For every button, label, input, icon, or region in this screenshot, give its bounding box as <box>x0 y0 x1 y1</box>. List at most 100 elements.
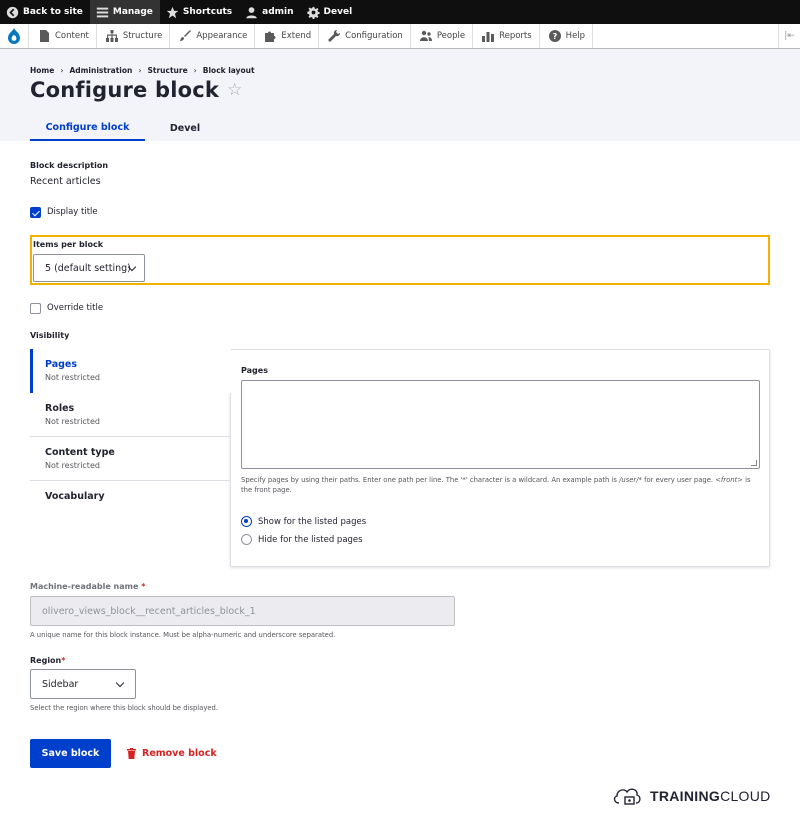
devel-tab[interactable]: Devel <box>301 0 360 24</box>
vertical-tab-summary: Not restricted <box>45 417 100 426</box>
remove-block-link[interactable]: Remove block <box>127 739 217 768</box>
page-title-row: Configure block ☆ <box>30 78 243 102</box>
block-description-value: Recent articles <box>30 176 101 187</box>
tray-item-label: Appearance <box>196 31 248 41</box>
items-per-block-value: 5 (default setting) <box>45 262 131 274</box>
tray-item-people[interactable]: People <box>411 24 474 48</box>
breadcrumb-block-layout[interactable]: Block layout <box>203 66 255 75</box>
admin-toolbar: Back to site Manage Shortcuts admin Deve… <box>0 0 800 24</box>
back-arrow-icon <box>6 6 19 19</box>
vertical-tabs-menu: Pages Not restricted Roles Not restricte… <box>30 349 231 525</box>
breadcrumb-home[interactable]: Home <box>30 66 54 75</box>
admin-tray: Content Structure Appearance Extend Conf… <box>0 24 800 49</box>
devel-label: Devel <box>323 7 353 17</box>
hide-listed-radio[interactable] <box>241 534 252 545</box>
vertical-tab-title: Vocabulary <box>45 491 105 502</box>
override-title-checkbox[interactable] <box>30 303 41 314</box>
show-listed-label[interactable]: Show for the listed pages <box>258 517 366 527</box>
tab-devel[interactable]: Devel <box>145 115 225 141</box>
tray-item-appearance[interactable]: Appearance <box>170 24 256 48</box>
items-per-block-select[interactable]: 5 (default setting) <box>33 254 145 282</box>
user-tab[interactable]: admin <box>239 0 300 24</box>
tray-item-reports[interactable]: Reports <box>473 24 540 48</box>
tray-item-label: Extend <box>281 31 312 41</box>
shortcut-star-icon[interactable]: ☆ <box>227 80 242 100</box>
drupal-logo-icon[interactable] <box>0 24 29 48</box>
tray-item-label: Structure <box>122 31 163 41</box>
pages-field-label: Pages <box>241 366 268 375</box>
breadcrumb-separator: › <box>60 66 64 75</box>
back-to-site-link[interactable]: Back to site <box>0 0 90 24</box>
machine-name-value: olivero_views_block__recent_articles_blo… <box>42 605 256 617</box>
display-title-label[interactable]: Display title <box>47 207 98 217</box>
items-per-block-label: Items per block <box>33 240 104 249</box>
tray-item-help[interactable]: ? Help <box>540 24 594 48</box>
pages-help-path: /user/* <box>619 476 642 484</box>
trainingcloud-logo: TRAININGCLOUD <box>612 784 771 808</box>
region-value: Sidebar <box>42 678 79 690</box>
tray-item-label: Configuration <box>345 31 403 41</box>
override-title-label[interactable]: Override title <box>47 303 103 313</box>
machine-name-input: olivero_views_block__recent_articles_blo… <box>30 596 455 626</box>
tray-item-label: People <box>436 31 466 41</box>
breadcrumb-separator: › <box>193 66 197 75</box>
bar-chart-icon <box>482 32 495 42</box>
pages-help-front: <front> <box>715 476 743 484</box>
vertical-tab-vocabulary[interactable]: Vocabulary <box>30 481 231 525</box>
tray-item-structure[interactable]: Structure <box>97 24 171 48</box>
breadcrumb-administration[interactable]: Administration <box>69 66 132 75</box>
pages-pane: Pages Specify pages by using their paths… <box>230 349 770 567</box>
pages-help: Specify pages by using their paths. Ente… <box>241 475 761 495</box>
manage-tab[interactable]: Manage <box>89 0 160 24</box>
puzzle-icon <box>265 31 276 42</box>
machine-name-label: Machine-readable name * <box>30 582 145 591</box>
resize-grip-icon[interactable] <box>751 460 757 466</box>
shortcuts-tab[interactable]: Shortcuts <box>160 0 239 24</box>
chevron-down-icon <box>115 678 125 688</box>
vertical-tab-title: Content type <box>45 447 115 458</box>
people-icon <box>419 30 432 41</box>
brand-name: TRAININGCLOUD <box>650 788 771 804</box>
breadcrumb-structure[interactable]: Structure <box>147 66 187 75</box>
star-icon <box>166 6 179 19</box>
machine-name-help: A unique name for this block instance. M… <box>30 631 336 639</box>
brush-icon <box>180 30 192 41</box>
primary-tabs: Configure block Devel <box>30 115 225 141</box>
pages-textarea[interactable] <box>241 380 760 469</box>
region-label-text: Region <box>30 656 62 665</box>
required-mark: * <box>141 582 146 591</box>
hide-listed-label[interactable]: Hide for the listed pages <box>258 535 363 545</box>
gear-icon <box>306 6 320 19</box>
vertical-tab-content-type[interactable]: Content type Not restricted <box>30 437 231 481</box>
help-icon: ? <box>548 30 561 42</box>
user-label: admin <box>262 7 294 17</box>
shortcuts-label: Shortcuts <box>182 7 233 17</box>
vertical-tab-roles[interactable]: Roles Not restricted <box>30 393 231 437</box>
tray-item-label: Reports <box>499 31 532 41</box>
breadcrumb-separator: › <box>138 66 142 75</box>
tray-item-label: Help <box>565 31 586 41</box>
tab-configure-block[interactable]: Configure block <box>30 115 145 141</box>
back-to-site-label: Back to site <box>23 7 83 17</box>
display-title-checkbox[interactable] <box>30 207 41 218</box>
show-listed-radio[interactable] <box>241 516 252 527</box>
vertical-tab-pages[interactable]: Pages Not restricted <box>30 349 231 393</box>
tray-item-configuration[interactable]: Configuration <box>319 24 411 48</box>
tray-item-extend[interactable]: Extend <box>255 24 320 48</box>
page-title: Configure block <box>30 78 220 102</box>
pages-help-text: for every user page. <box>641 476 716 484</box>
collapse-tray-icon[interactable]: |⇤ <box>778 24 800 48</box>
document-icon <box>40 30 49 42</box>
tray-item-content[interactable]: Content <box>29 24 97 48</box>
region-help: Select the region where this block shoul… <box>30 704 219 712</box>
vertical-tab-summary: Not restricted <box>45 373 100 382</box>
region-select[interactable]: Sidebar <box>30 669 136 699</box>
vertical-tab-title: Roles <box>45 403 75 414</box>
cloud-icon <box>613 788 641 805</box>
tray-item-label: Content <box>55 31 89 41</box>
breadcrumb: Home › Administration › Structure › Bloc… <box>30 66 255 75</box>
vertical-tab-summary: Not restricted <box>45 461 100 470</box>
svg-text:?: ? <box>552 32 557 41</box>
save-block-button[interactable]: Save block <box>30 739 111 768</box>
vertical-tab-title: Pages <box>45 359 78 370</box>
